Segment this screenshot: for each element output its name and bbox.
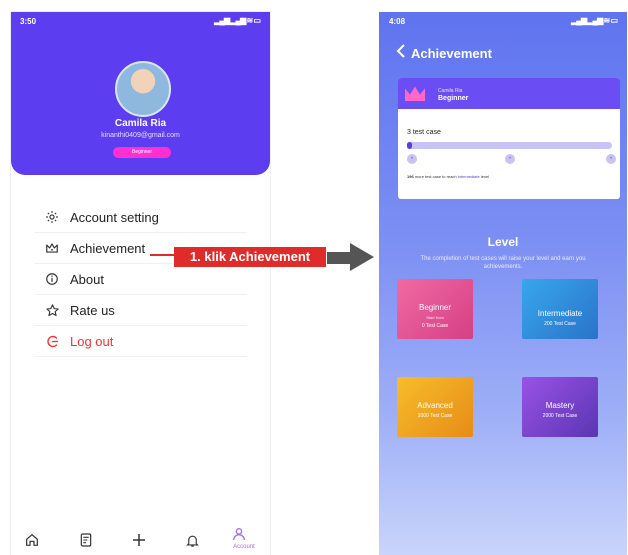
milestone-marker: • [407,154,417,164]
menu-item-account-setting[interactable]: Account setting [34,202,247,233]
profile-email: kinanthi0409@gmail.com [101,132,180,139]
crown-icon [405,86,425,101]
remaining-text: more test case to reach [414,174,457,179]
menu-item-rate-us[interactable]: Rate us [34,295,247,326]
card-level: Beginner [438,95,469,102]
level-heading: Level [487,235,519,249]
profile-header: 3:50 ▂▄▆ ▂▄▆ ≋ ▭ Camila Ria kinanthi0409… [11,12,270,175]
add-icon[interactable] [130,531,148,549]
tile-name: Beginner [418,303,452,312]
remaining-info: 196 more test case to reach intermediate… [407,174,489,179]
card-user-name: Camila Ria [438,88,463,94]
star-icon [44,302,60,318]
status-bar: 3:50 ▂▄▆ ▂▄▆ ≋ ▭ [11,12,270,30]
nav-account-label[interactable]: Account [227,544,261,550]
menu-item-label: Rate us [70,302,115,318]
account-icon[interactable] [230,525,248,543]
tile-requirement: 200 Test Case [544,321,576,327]
status-time: 3:50 [20,17,37,26]
tile-name: Advanced [417,401,453,410]
callout-connector [150,254,174,256]
remaining-link[interactable]: intermediate [458,174,480,179]
tile-name: Mastery [545,401,575,410]
tile-requirement: 2000 Test Case [542,413,578,419]
instruction-callout: 1. klik Achievement [174,247,326,267]
progress-bar [407,142,612,149]
menu-item-logout[interactable]: Log out [34,326,247,357]
tile-name: Intermediate [537,309,583,318]
crown-icon [44,240,60,256]
achievement-screen: 4:08 ▂▄▆ ▂▄▆ ≋ ▭ Achievement Camila Ria … [379,12,627,555]
profile-name: Camila Ria [114,118,167,129]
account-screen: 3:50 ▂▄▆ ▂▄▆ ≋ ▭ Camila Ria kinanthi0409… [11,12,270,555]
status-time: 4:08 [389,17,406,26]
document-icon[interactable] [77,531,95,549]
transition-arrow [327,252,351,264]
app-bar: Achievement [395,44,492,63]
gear-icon [44,209,60,225]
status-icons: ▂▄▆ ▂▄▆ ≋ ▭ [571,16,618,25]
logout-icon [44,333,60,349]
status-icons: ▂▄▆ ▂▄▆ ≋ ▭ [214,16,261,25]
menu-item-label: Log out [70,333,114,349]
test-case-count: 3 test case [407,129,441,136]
page-title: Achievement [411,46,492,61]
info-icon [44,271,60,287]
milestone-marker: • [505,154,515,164]
remaining-suffix: level [480,174,490,179]
account-menu: Account setting Achievement About Rate u… [34,202,247,357]
level-tile-mastery[interactable]: Mastery 2000 Test Case [522,377,598,437]
tile-requirement: 1000 Test Case [417,413,453,419]
back-chevron-icon[interactable] [395,44,407,63]
level-tile-beginner[interactable]: Beginner Start from 0 Test Case [397,279,473,339]
home-icon[interactable] [23,531,41,549]
progress-card: Camila Ria Beginner 3 test case • • • 19… [398,78,620,199]
level-tile-advanced[interactable]: Advanced 1000 Test Case [397,377,473,437]
status-bar: 4:08 ▂▄▆ ▂▄▆ ≋ ▭ [379,12,627,30]
avatar[interactable] [115,61,171,117]
bottom-navigation [11,523,270,555]
milestone-marker: • [606,154,616,164]
transition-arrow-head [350,243,374,271]
menu-item-label: Account setting [70,209,159,225]
tile-sub: Start from [426,315,444,320]
level-badge: Beginner [113,147,171,158]
level-description: The completion of test cases will raise … [420,256,586,270]
level-tile-intermediate[interactable]: Intermediate 200 Test Case [522,279,598,339]
menu-item-label: Achievement [70,240,146,256]
tile-requirement: 0 Test Case [421,323,449,329]
bell-icon[interactable] [183,531,201,549]
card-header: Camila Ria Beginner [398,78,620,109]
remaining-count: 196 [407,174,414,179]
menu-item-about[interactable]: About [34,264,247,295]
menu-item-label: About [70,271,104,287]
progress-fill [407,142,413,149]
